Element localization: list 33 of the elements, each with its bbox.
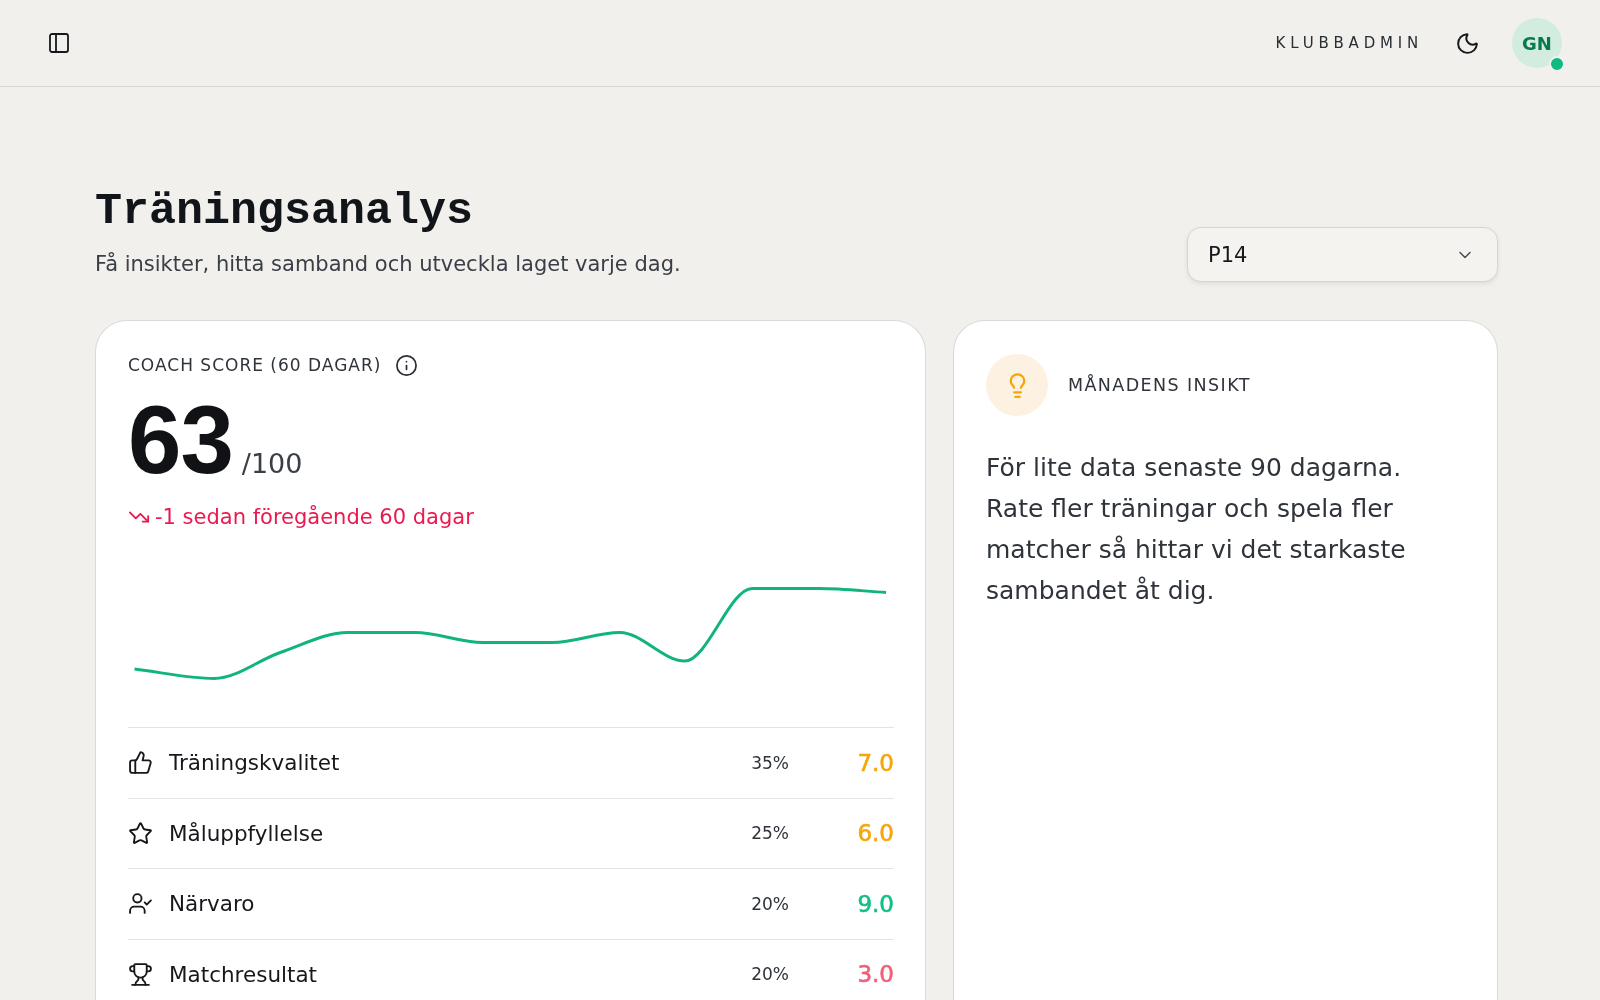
factor-weight: 20% — [751, 893, 789, 914]
theme-toggle-button[interactable] — [1455, 30, 1480, 56]
user-avatar[interactable]: GN — [1512, 18, 1562, 68]
factor-score: 3.0 — [857, 961, 894, 988]
score-value: 63 — [128, 392, 233, 488]
card-label: COACH SCORE (60 DAGAR) — [128, 354, 382, 376]
info-button[interactable] — [395, 353, 419, 377]
info-icon — [395, 353, 419, 377]
factor-weight: 25% — [751, 823, 789, 844]
factor-label: Matchresultat — [169, 961, 319, 987]
thumbs-up-icon — [128, 750, 153, 776]
page-subtitle: Få insikter, hitta samband och utveckla laget varje dag. — [95, 251, 681, 278]
insight-text: För lite data senaste 90 dagarna. Rate fler träningar och spela fler matcher så hittar vi det starkaste sambandet åt dig. — [986, 452, 1407, 607]
factor-weight: 35% — [751, 752, 789, 773]
factor-label: Närvaro — [169, 891, 256, 917]
factor-score: 6.0 — [857, 820, 894, 847]
factor-score: 7.0 — [857, 749, 894, 776]
insight-title: MÅNADENS INSIKT — [1068, 375, 1251, 395]
factor-label: Måluppfyllelse — [169, 820, 325, 846]
factor-score: 9.0 — [857, 890, 894, 917]
sidebar-icon — [47, 31, 71, 55]
score-change-text: -1 sedan föregående 60 dagar — [155, 504, 474, 531]
score-max: /100 — [241, 448, 303, 479]
factor-label: Träningskvalitet — [169, 750, 341, 776]
star-icon — [128, 820, 153, 846]
team-select[interactable]: P14 — [1187, 227, 1498, 282]
trophy-icon — [128, 961, 153, 987]
page-title: Träningsanalys — [95, 185, 475, 239]
user-check-icon — [128, 891, 153, 917]
sidebar-toggle-button[interactable] — [47, 31, 71, 55]
moon-icon — [1455, 30, 1480, 56]
factor-weight: 20% — [751, 964, 789, 985]
brand-name: KLUBBADMIN — [1275, 34, 1423, 52]
